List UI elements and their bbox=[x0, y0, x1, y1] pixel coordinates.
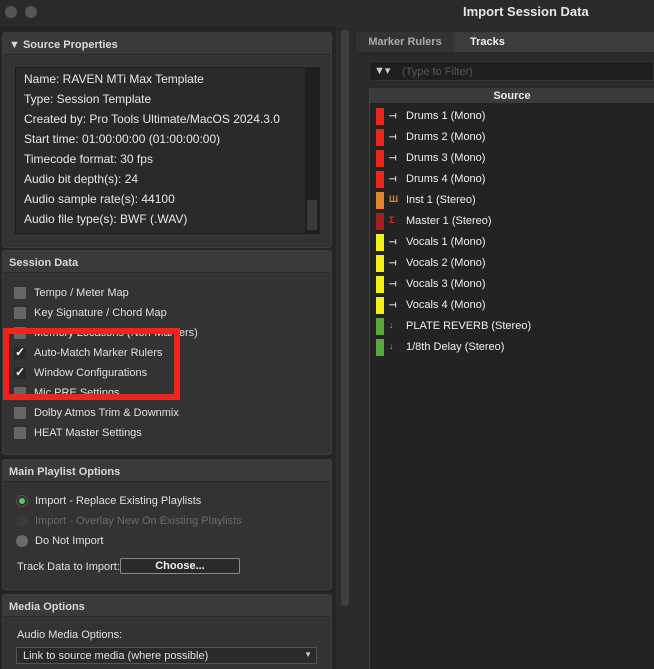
right-panel: Marker Rulers Tracks ▼▾ (Type to Filter)… bbox=[355, 26, 654, 669]
track-row[interactable]: ↓ PLATE REVERB (Stereo) bbox=[370, 315, 654, 336]
audio-track-icon: ⟞ bbox=[389, 131, 397, 141]
radio-label: Do Not Import bbox=[35, 535, 104, 547]
source-properties-panel: ▼ Source Properties Name: RAVEN MTi Max … bbox=[2, 32, 332, 248]
checkbox-label: Tempo / Meter Map bbox=[34, 287, 129, 299]
radio-label: Import - Overlay New On Existing Playlis… bbox=[35, 515, 242, 527]
track-color-swatch bbox=[376, 339, 384, 356]
track-color-swatch bbox=[376, 213, 384, 230]
audio-track-icon: ⟞ bbox=[389, 278, 397, 288]
tab-marker-rulers[interactable]: Marker Rulers bbox=[356, 32, 454, 52]
audio-media-label: Audio Media Options: bbox=[17, 629, 123, 641]
track-row[interactable]: ⟞ Vocals 2 (Mono) bbox=[370, 252, 654, 273]
track-color-swatch bbox=[376, 150, 384, 167]
track-name: Drums 1 (Mono) bbox=[406, 110, 486, 122]
track-name: Vocals 1 (Mono) bbox=[406, 236, 486, 248]
track-name: Master 1 (Stereo) bbox=[406, 215, 492, 227]
track-color-swatch bbox=[376, 318, 384, 335]
aux-track-icon: ↓ bbox=[389, 341, 394, 351]
track-color-swatch bbox=[376, 276, 384, 293]
source-property-line: Type: Session Template bbox=[24, 92, 152, 106]
source-property-line: Timecode format: 30 fps bbox=[24, 152, 153, 166]
media-options-header: Media Options bbox=[3, 595, 331, 617]
source-column-header[interactable]: Source bbox=[370, 88, 654, 103]
track-name: Drums 3 (Mono) bbox=[406, 152, 486, 164]
track-row[interactable]: ⟞ Drums 1 (Mono) bbox=[370, 105, 654, 126]
highlight-annotation bbox=[3, 328, 180, 400]
dropdown-arrow-icon: ▼ bbox=[304, 650, 312, 659]
audio-track-icon: ⟞ bbox=[389, 257, 397, 267]
window-title: Import Session Data bbox=[463, 4, 589, 19]
source-property-line: Start time: 01:00:00:00 (01:00:00:00) bbox=[24, 132, 221, 146]
track-name: PLATE REVERB (Stereo) bbox=[406, 320, 532, 332]
main-playlist-header: Main Playlist Options bbox=[3, 460, 331, 482]
checkbox[interactable] bbox=[14, 407, 26, 419]
filter-icon[interactable]: ▼▾ bbox=[374, 64, 390, 77]
track-color-swatch bbox=[376, 108, 384, 125]
checkbox[interactable] bbox=[14, 427, 26, 439]
radio-label: Import - Replace Existing Playlists bbox=[35, 495, 202, 507]
track-name: 1/8th Delay (Stereo) bbox=[406, 341, 505, 353]
track-name: Vocals 4 (Mono) bbox=[406, 299, 486, 311]
track-name: Vocals 3 (Mono) bbox=[406, 278, 486, 290]
audio-track-icon: ⟞ bbox=[389, 152, 397, 162]
track-name: Drums 2 (Mono) bbox=[406, 131, 486, 143]
left-panel-scrollbar[interactable] bbox=[341, 30, 349, 606]
audio-media-value: Link to source media (where possible) bbox=[23, 650, 209, 662]
props-scrollbar-thumb[interactable] bbox=[307, 200, 317, 230]
track-row[interactable]: Σ Master 1 (Stereo) bbox=[370, 210, 654, 231]
track-row[interactable]: ⟞ Drums 4 (Mono) bbox=[370, 168, 654, 189]
source-property-line: Audio sample rate(s): 44100 bbox=[24, 192, 175, 206]
checkbox-label: Key Signature / Chord Map bbox=[34, 307, 167, 319]
checkbox[interactable] bbox=[14, 287, 26, 299]
source-property-line: Audio bit depth(s): 24 bbox=[24, 172, 139, 186]
audio-track-icon: ⟞ bbox=[389, 110, 397, 120]
track-name: Inst 1 (Stereo) bbox=[406, 194, 476, 206]
tab-tracks[interactable]: Tracks bbox=[456, 32, 654, 52]
track-color-swatch bbox=[376, 297, 384, 314]
audio-track-icon: ⟞ bbox=[389, 173, 397, 183]
source-properties-box: Name: RAVEN MTi Max Template Type: Sessio… bbox=[15, 67, 320, 234]
radio-button[interactable] bbox=[16, 495, 28, 507]
track-row[interactable]: ⟞ Drums 3 (Mono) bbox=[370, 147, 654, 168]
filter-input[interactable]: ▼▾ (Type to Filter) bbox=[369, 61, 654, 81]
track-color-swatch bbox=[376, 129, 384, 146]
track-row[interactable]: Ш Inst 1 (Stereo) bbox=[370, 189, 654, 210]
master-track-icon: Σ bbox=[389, 215, 395, 225]
radio-button[interactable] bbox=[16, 535, 28, 547]
source-property-line: Audio file type(s): BWF (.WAV) bbox=[24, 212, 188, 226]
tab-bar: Marker Rulers Tracks bbox=[356, 32, 654, 52]
instrument-track-icon: Ш bbox=[389, 194, 399, 204]
track-row[interactable]: ⟞ Drums 2 (Mono) bbox=[370, 126, 654, 147]
source-properties-header[interactable]: ▼ Source Properties bbox=[3, 33, 331, 55]
choose-button[interactable]: Choose... bbox=[120, 558, 240, 574]
filter-placeholder: (Type to Filter) bbox=[402, 66, 473, 78]
audio-media-select[interactable]: Link to source media (where possible) ▼ bbox=[16, 647, 317, 664]
track-name: Drums 4 (Mono) bbox=[406, 173, 486, 185]
source-property-line: Created by: Pro Tools Ultimate/MacOS 202… bbox=[24, 112, 280, 126]
close-window-button[interactable] bbox=[5, 6, 17, 18]
checkbox-label: Dolby Atmos Trim & Downmix bbox=[34, 407, 179, 419]
checkbox-label: HEAT Master Settings bbox=[34, 427, 142, 439]
track-color-swatch bbox=[376, 192, 384, 209]
minimize-window-button[interactable] bbox=[25, 6, 37, 18]
track-color-swatch bbox=[376, 255, 384, 272]
track-row[interactable]: ⟞ Vocals 4 (Mono) bbox=[370, 294, 654, 315]
radio-button bbox=[16, 515, 28, 527]
track-color-swatch bbox=[376, 171, 384, 188]
track-color-swatch bbox=[376, 234, 384, 251]
aux-track-icon: ↓ bbox=[389, 320, 394, 330]
title-bar: Import Session Data bbox=[0, 0, 654, 26]
audio-track-icon: ⟞ bbox=[389, 236, 397, 246]
track-row[interactable]: ↓ 1/8th Delay (Stereo) bbox=[370, 336, 654, 357]
track-list: Source ⟞ Drums 1 (Mono) ⟞ Drums 2 (Mono) ⟞ Dr… bbox=[369, 88, 654, 669]
track-row[interactable]: ⟞ Vocals 1 (Mono) bbox=[370, 231, 654, 252]
track-data-label: Track Data to Import: bbox=[17, 561, 120, 573]
source-property-line: Name: RAVEN MTi Max Template bbox=[24, 72, 204, 86]
track-row[interactable]: ⟞ Vocals 3 (Mono) bbox=[370, 273, 654, 294]
session-data-header: Session Data bbox=[3, 251, 331, 273]
props-scrollbar[interactable] bbox=[305, 68, 319, 233]
checkbox[interactable] bbox=[14, 307, 26, 319]
audio-track-icon: ⟞ bbox=[389, 299, 397, 309]
track-name: Vocals 2 (Mono) bbox=[406, 257, 486, 269]
